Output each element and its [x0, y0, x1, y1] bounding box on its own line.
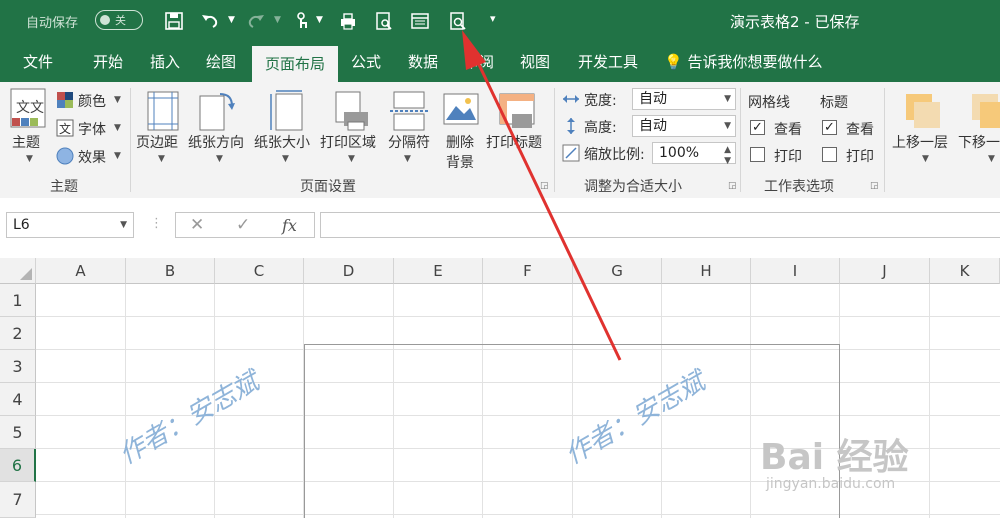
annotation-arrow	[462, 30, 622, 361]
